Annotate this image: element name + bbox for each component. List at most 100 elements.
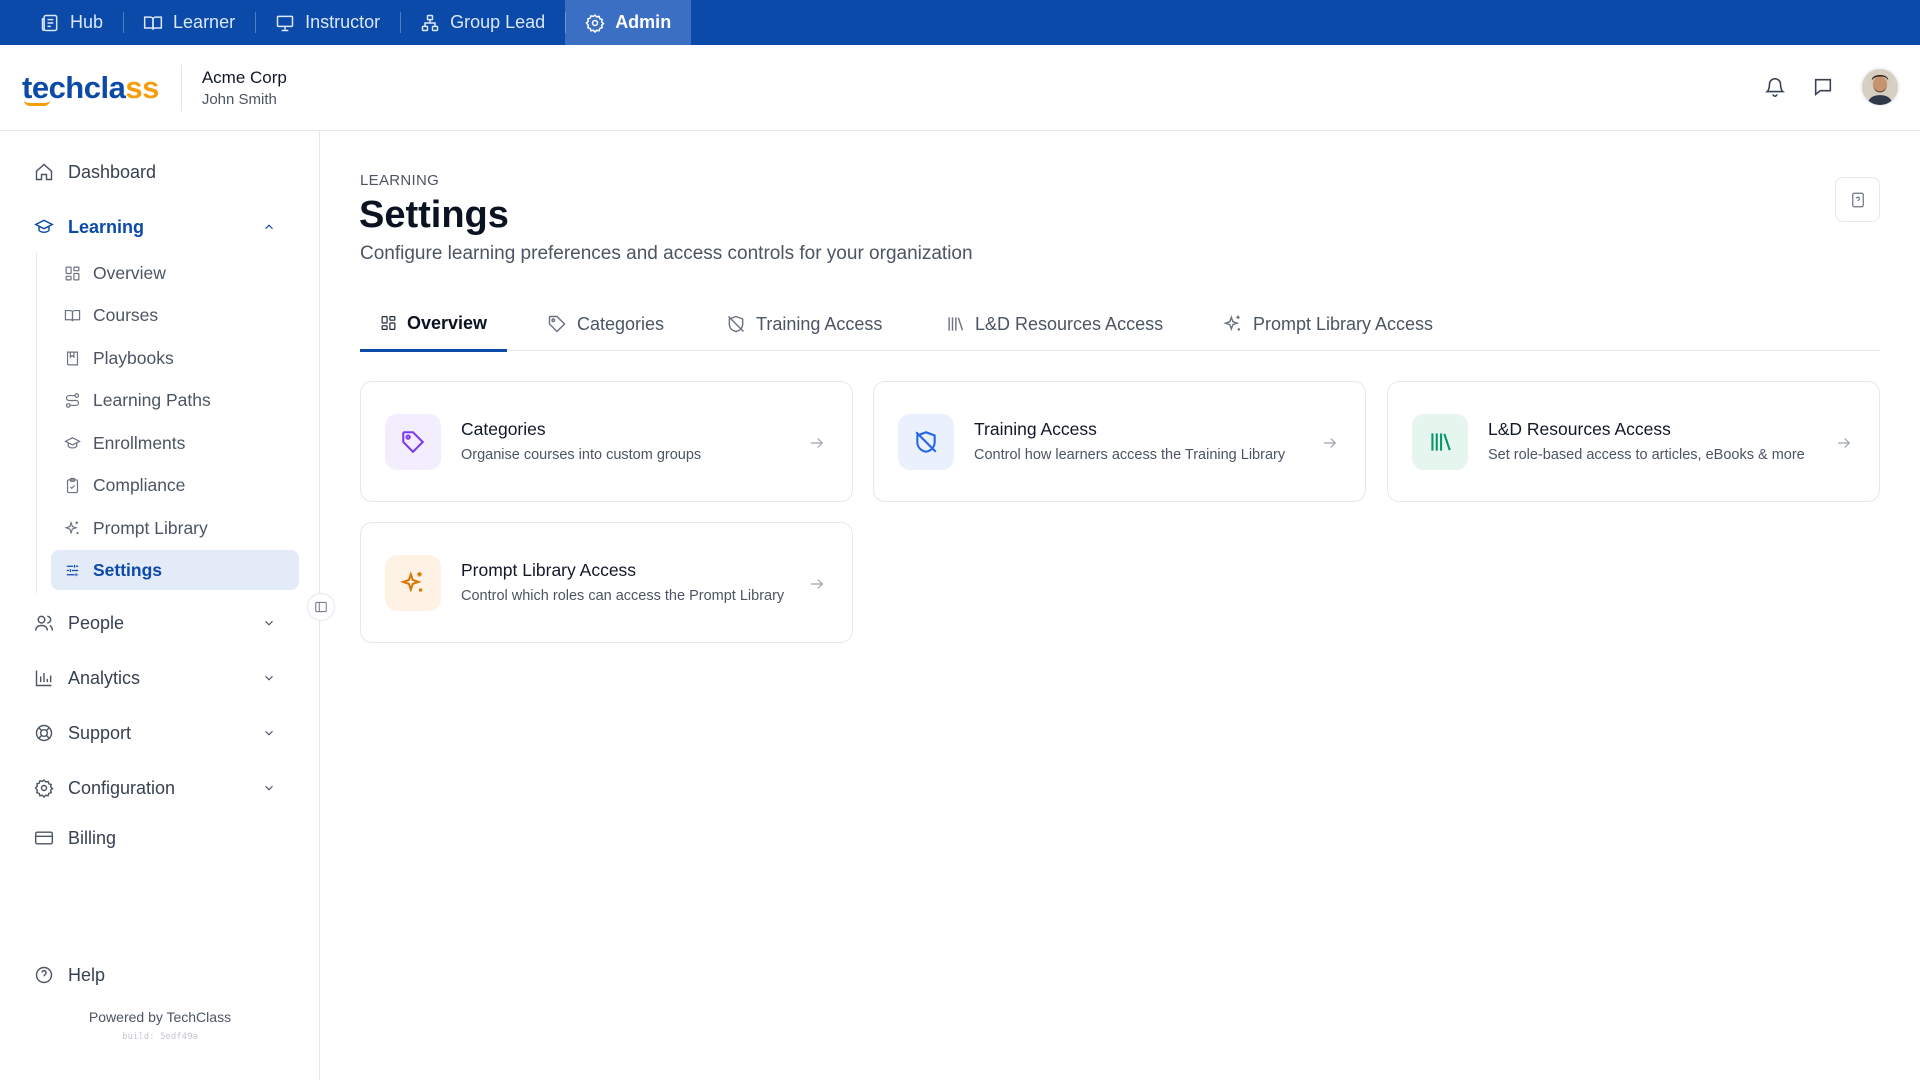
sidebar-subitem-settings[interactable]: Settings <box>51 550 299 590</box>
card-description: Set role-based access to articles, eBook… <box>1488 446 1805 463</box>
library-icon <box>948 317 964 331</box>
shield-off-icon <box>915 431 937 453</box>
tab-overview[interactable]: Overview <box>360 297 507 352</box>
sidebar-subitem-label: Settings <box>93 559 163 580</box>
graduation-cap-icon <box>34 219 54 233</box>
role-admin[interactable]: Admin <box>565 0 692 45</box>
home-icon <box>35 163 53 181</box>
sidebar-item-dashboard[interactable]: Dashboard <box>34 154 290 190</box>
card-icon-tile <box>385 414 441 470</box>
arrow-right-icon <box>1324 438 1337 448</box>
grid-icon <box>381 316 396 330</box>
chevron-down-icon <box>265 620 273 626</box>
org-name: Acme Corp <box>201 67 287 87</box>
gear-icon <box>34 779 54 798</box>
tab-label: Categories <box>577 313 665 334</box>
sidebar-item-billing[interactable]: Billing <box>34 820 290 856</box>
presentation-icon <box>276 15 294 31</box>
techclass-logo[interactable]: techclass <box>22 70 159 106</box>
sidebar-item-label: Configuration <box>68 777 176 798</box>
route-icon <box>65 392 80 408</box>
tab-ld-resources-access[interactable]: L&D Resources Access <box>925 297 1183 351</box>
sparkles-icon <box>400 571 423 593</box>
sidebar-subitem-compliance[interactable]: Compliance <box>51 465 299 505</box>
credit-card-icon <box>34 831 54 845</box>
card-icon-tile <box>1412 414 1468 470</box>
grid-icon <box>65 266 80 280</box>
org-switcher[interactable]: Acme Corp John Smith <box>202 68 287 108</box>
book-open-icon <box>64 309 81 321</box>
sidebar-item-label: Billing <box>68 827 117 848</box>
avatar[interactable] <box>1860 67 1900 107</box>
card-title: Training Access <box>974 418 1097 439</box>
role-instructor[interactable]: Instructor <box>255 0 400 45</box>
book-open-icon <box>143 15 163 30</box>
sidebar-item-configuration[interactable]: Configuration <box>34 770 290 806</box>
role-group-lead[interactable]: Group Lead <box>400 0 565 45</box>
card-prompt-library-access[interactable]: Prompt Library Access Control which role… <box>360 522 853 643</box>
card-icon-tile <box>898 414 954 470</box>
card-training-access[interactable]: Training Access Control how learners acc… <box>873 381 1366 502</box>
role-learner[interactable]: Learner <box>123 0 255 45</box>
sidebar-collapse-button[interactable] <box>307 593 335 621</box>
bookmark-book-icon <box>66 351 79 365</box>
sidebar-subitem-playbooks[interactable]: Playbooks <box>51 338 299 378</box>
sidebar-subitem-prompt-library[interactable]: Prompt Library <box>51 508 299 548</box>
card-categories[interactable]: Categories Organise courses into custom … <box>360 381 853 502</box>
sidebar-item-learning[interactable]: Learning <box>34 209 290 245</box>
role-label: Instructor <box>305 12 381 32</box>
help-document-icon <box>1851 192 1864 207</box>
card-icon-tile <box>385 555 441 611</box>
notifications-button[interactable] <box>1764 76 1786 98</box>
page-title: Settings <box>359 194 509 236</box>
card-description: Control which roles can access the Promp… <box>461 587 785 604</box>
card-description: Control how learners access the Training… <box>974 446 1286 463</box>
tab-label: L&D Resources Access <box>975 313 1164 334</box>
gear-icon <box>585 13 605 33</box>
tab-label: Overview <box>406 312 487 333</box>
sidebar-subitem-label: Playbooks <box>93 347 174 368</box>
tab-prompt-library-access[interactable]: Prompt Library Access <box>1203 297 1453 351</box>
sidebar-subitem-label: Overview <box>93 262 166 283</box>
sidebar-subitem-enrollments[interactable]: Enrollments <box>51 423 299 463</box>
sidebar-subitem-learning-paths[interactable]: Learning Paths <box>51 380 299 420</box>
message-square-icon <box>1814 78 1832 96</box>
sidebar: Dashboard Learning Overview Courses Play… <box>0 131 320 1080</box>
main-content: LEARNING Settings Configure learning pre… <box>321 131 1920 1080</box>
sidebar-subitem-courses[interactable]: Courses <box>51 295 299 335</box>
sidebar-item-help[interactable]: Help <box>34 957 290 993</box>
sidebar-subitem-overview[interactable]: Overview <box>51 253 299 293</box>
tab-label: Training Access <box>756 313 883 334</box>
sidebar-item-people[interactable]: People <box>34 605 290 641</box>
sidebar-subitem-label: Learning Paths <box>93 389 211 410</box>
sidebar-subitem-label: Courses <box>93 304 159 325</box>
sidebar-item-label: Dashboard <box>68 161 157 182</box>
org-chart-icon <box>421 14 439 31</box>
tag-icon <box>548 315 566 333</box>
user-avatar-icon <box>1862 69 1898 105</box>
messages-button[interactable] <box>1812 76 1834 98</box>
sidebar-subitem-label: Prompt Library <box>93 517 208 538</box>
breadcrumb: LEARNING <box>360 172 440 189</box>
arrow-right-icon <box>811 438 824 448</box>
header-divider <box>180 64 182 111</box>
page-subtitle: Configure learning preferences and acces… <box>360 243 973 264</box>
sidebar-item-label: Learning <box>68 216 145 237</box>
sliders-icon <box>66 564 79 576</box>
sidebar-item-analytics[interactable]: Analytics <box>34 660 290 696</box>
panel-left-icon <box>315 601 327 613</box>
role-hub[interactable]: Hub <box>0 0 123 45</box>
role-label: Admin <box>615 12 672 32</box>
clipboard-check-icon <box>66 477 79 493</box>
tab-training-access[interactable]: Training Access <box>706 297 902 351</box>
life-buoy-icon <box>35 724 53 742</box>
page-help-button[interactable] <box>1835 177 1880 222</box>
sidebar-item-label: People <box>68 612 125 633</box>
role-label: Hub <box>70 12 104 32</box>
sidebar-item-support[interactable]: Support <box>34 715 290 751</box>
library-icon <box>1431 433 1451 451</box>
chevron-up-icon <box>265 224 273 230</box>
card-ld-resources-access[interactable]: L&D Resources Access Set role-based acce… <box>1387 381 1880 502</box>
tab-categories[interactable]: Categories <box>527 297 684 351</box>
sidebar-item-label: Support <box>68 722 132 743</box>
